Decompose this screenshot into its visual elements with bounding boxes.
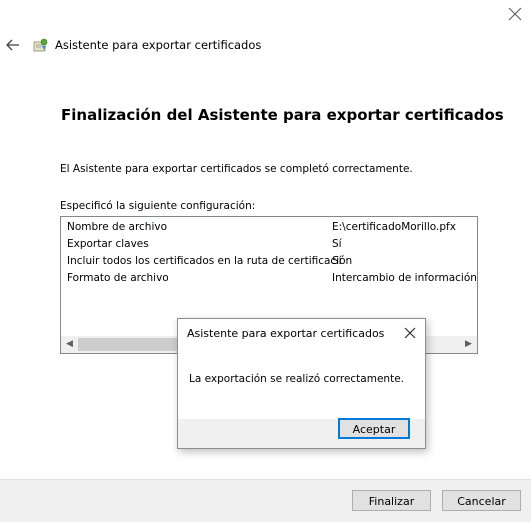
certificate-icon: [33, 38, 48, 52]
settings-row: Incluir todos los certificados en la rut…: [61, 253, 477, 270]
config-label: Especificó la siguiente configuración:: [60, 200, 256, 212]
page-title: Finalización del Asistente para exportar…: [61, 106, 504, 124]
dialog-titlebar: Asistente para exportar certificados: [178, 319, 425, 349]
scroll-right-icon[interactable]: ▶: [460, 336, 477, 353]
button-bar: Finalizar Cancelar: [0, 479, 531, 522]
success-dialog: Asistente para exportar certificados La …: [177, 318, 426, 449]
cancel-button[interactable]: Cancelar: [442, 490, 521, 511]
close-icon[interactable]: [508, 7, 522, 21]
wizard-nav: Asistente para exportar certificados: [6, 36, 261, 54]
dialog-message: La exportación se realizó correctamente.: [189, 373, 404, 385]
setting-key: Nombre de archivo: [67, 221, 168, 233]
dialog-title: Asistente para exportar certificados: [187, 327, 385, 340]
back-arrow-icon[interactable]: [6, 38, 20, 52]
settings-row: Exportar claves Sí: [61, 236, 477, 253]
setting-value: Intercambio de información pe: [332, 272, 478, 284]
setting-key: Incluir todos los certificados en la rut…: [67, 255, 353, 267]
setting-value: E:\certificadoMorillo.pfx: [332, 221, 456, 233]
settings-row: Nombre de archivo E:\certificadoMorillo.…: [61, 219, 477, 236]
setting-key: Exportar claves: [67, 238, 149, 250]
dialog-body: La exportación se realizó correctamente.: [178, 349, 425, 419]
finish-button[interactable]: Finalizar: [352, 490, 431, 511]
ok-button[interactable]: Aceptar: [338, 418, 410, 439]
setting-value: Sí: [332, 238, 342, 250]
completion-message: El Asistente para exportar certificados …: [60, 163, 413, 175]
close-icon[interactable]: [404, 327, 416, 339]
setting-key: Formato de archivo: [67, 272, 169, 284]
wizard-title: Asistente para exportar certificados: [55, 38, 262, 52]
settings-row: Formato de archivo Intercambio de inform…: [61, 270, 477, 287]
setting-value: Sí: [332, 255, 342, 267]
export-wizard-window: Asistente para exportar certificados Fin…: [0, 0, 531, 522]
scroll-left-icon[interactable]: ◀: [61, 336, 78, 353]
